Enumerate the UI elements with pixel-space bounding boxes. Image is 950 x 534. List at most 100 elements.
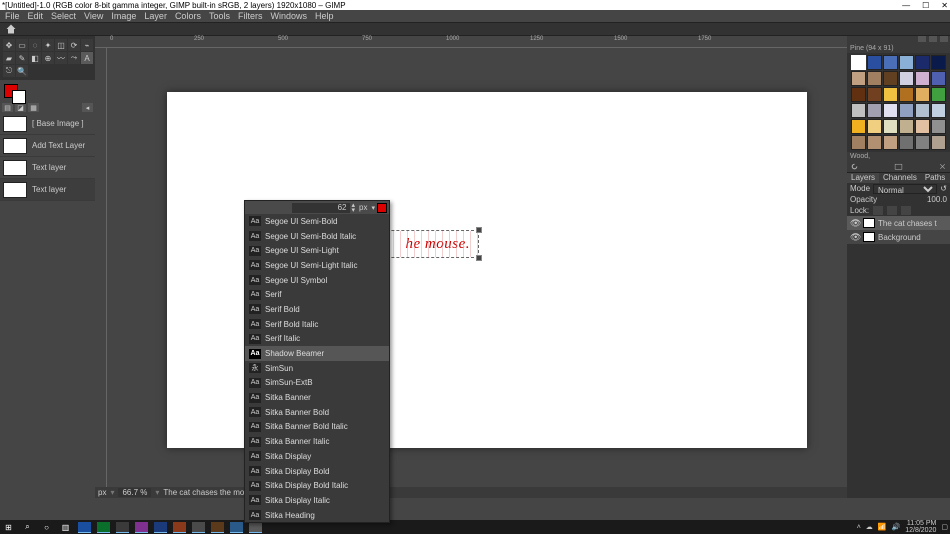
taskbar-app[interactable] xyxy=(230,522,243,533)
tool-color-picker[interactable]: ⎋ xyxy=(3,65,15,77)
tool-eraser[interactable]: ◧ xyxy=(29,52,41,64)
cortana-icon[interactable]: ○ xyxy=(40,522,53,533)
menu-filters[interactable]: Filters xyxy=(238,11,263,21)
minimize-button[interactable]: — xyxy=(902,1,910,10)
pattern-swatch[interactable] xyxy=(899,119,914,134)
pattern-swatch[interactable] xyxy=(851,135,866,150)
maximize-button[interactable]: ☐ xyxy=(922,1,929,10)
taskbar-app[interactable] xyxy=(154,522,167,533)
pattern-swatch[interactable] xyxy=(883,103,898,118)
tool-free-select[interactable]: ◌ xyxy=(29,39,41,51)
pattern-swatch[interactable] xyxy=(867,103,882,118)
pattern-swatch[interactable] xyxy=(867,119,882,134)
font-option[interactable]: AaSitka Banner Bold xyxy=(245,405,389,420)
tool-fuzzy-select[interactable]: ✦ xyxy=(42,39,54,51)
menu-tools[interactable]: Tools xyxy=(209,11,230,21)
status-zoom[interactable]: 66.7 % xyxy=(118,488,151,497)
font-option[interactable]: AaSimSun-ExtB xyxy=(245,376,389,391)
home-icon[interactable] xyxy=(5,23,17,35)
font-option[interactable]: AaSitka Heading xyxy=(245,508,389,523)
layer-row[interactable]: Text layer xyxy=(0,179,95,201)
tab-paths[interactable]: Paths xyxy=(921,173,949,183)
pattern-swatch[interactable] xyxy=(915,119,930,134)
tool-smudge[interactable]: 〰 xyxy=(55,52,67,64)
font-option[interactable]: AaSegoe UI Semi-Light xyxy=(245,243,389,258)
font-option[interactable]: AaSitka Display Bold Italic xyxy=(245,478,389,493)
text-handle[interactable] xyxy=(476,227,482,233)
taskbar-app[interactable] xyxy=(135,522,148,533)
menu-image[interactable]: Image xyxy=(111,11,136,21)
pattern-swatch[interactable] xyxy=(883,119,898,134)
layer-row[interactable]: [ Base Image ] xyxy=(0,113,95,135)
mode-select[interactable]: Normal xyxy=(873,184,937,194)
delete-icon[interactable] xyxy=(938,162,947,171)
background-color[interactable] xyxy=(12,90,26,104)
font-option[interactable]: AaSitka Banner xyxy=(245,390,389,405)
opacity-row[interactable]: Opacity 100.0 xyxy=(847,194,950,205)
font-option[interactable]: AaSegoe UI Semi-Bold xyxy=(245,214,389,229)
open-icon[interactable] xyxy=(894,162,903,171)
tool-clone[interactable]: ⊕ xyxy=(42,52,54,64)
taskbar-app[interactable] xyxy=(192,522,205,533)
layer-row[interactable]: Add Text Layer xyxy=(0,135,95,157)
start-button[interactable]: ⊞ xyxy=(2,522,15,533)
font-option[interactable]: AaSerif Bold xyxy=(245,302,389,317)
pattern-swatch[interactable] xyxy=(931,119,946,134)
viewport[interactable]: he mouse. xyxy=(107,48,847,487)
tab-brushes-icon[interactable] xyxy=(918,36,926,42)
pattern-swatch[interactable] xyxy=(883,55,898,70)
tool-zoom[interactable]: 🔍 xyxy=(16,65,28,77)
tab-channels-icon[interactable]: ◪ xyxy=(15,103,26,112)
pattern-swatch[interactable] xyxy=(931,135,946,150)
tray-volume-icon[interactable]: 🔊 xyxy=(892,523,901,531)
menu-windows[interactable]: Windows xyxy=(270,11,307,21)
pattern-swatch[interactable] xyxy=(851,103,866,118)
canvas-text[interactable]: he mouse. xyxy=(406,236,471,253)
search-icon[interactable]: ⌕ xyxy=(21,522,34,533)
font-option[interactable]: AaSitka Display Bold xyxy=(245,464,389,479)
pattern-swatch[interactable] xyxy=(851,71,866,86)
menu-select[interactable]: Select xyxy=(51,11,76,21)
layer-row[interactable]: 👁 Background xyxy=(847,230,950,244)
menu-view[interactable]: View xyxy=(84,11,103,21)
close-button[interactable]: ✕ xyxy=(941,1,948,10)
font-unit[interactable]: px xyxy=(357,203,369,212)
pattern-swatch[interactable] xyxy=(915,71,930,86)
tray-wifi-icon[interactable]: 📶 xyxy=(878,523,887,531)
unit-chevron-icon[interactable]: ▾ xyxy=(371,204,375,212)
tab-paths-icon[interactable]: ▦ xyxy=(28,103,39,112)
menu-file[interactable]: File xyxy=(5,11,20,21)
pattern-swatch[interactable] xyxy=(851,55,866,70)
color-swatch[interactable] xyxy=(0,80,95,102)
layer-row[interactable]: Text layer xyxy=(0,157,95,179)
taskbar-app[interactable] xyxy=(211,522,224,533)
pattern-swatch[interactable] xyxy=(915,135,930,150)
taskview-icon[interactable]: ▥ xyxy=(59,522,72,533)
menu-help[interactable]: Help xyxy=(315,11,334,21)
refresh-icon[interactable] xyxy=(850,162,859,171)
font-list[interactable]: AaSegoe UI Semi-BoldAaSegoe UI Semi-Bold… xyxy=(245,214,389,522)
pattern-swatch[interactable] xyxy=(899,71,914,86)
pattern-swatch[interactable] xyxy=(867,135,882,150)
pattern-swatch[interactable] xyxy=(899,103,914,118)
taskbar-app[interactable] xyxy=(116,522,129,533)
mode-reset-icon[interactable]: ↺ xyxy=(940,184,947,193)
pattern-swatch[interactable] xyxy=(931,103,946,118)
tool-crop[interactable]: ◫ xyxy=(55,39,67,51)
pattern-swatch[interactable] xyxy=(931,71,946,86)
tray-time[interactable]: 11:05 PM xyxy=(905,520,936,527)
layer-row[interactable]: 👁 The cat chases t xyxy=(847,216,950,230)
font-option[interactable]: AaSegoe UI Semi-Bold Italic xyxy=(245,229,389,244)
tool-warp[interactable]: ⌁ xyxy=(81,39,93,51)
pattern-swatch[interactable] xyxy=(883,71,898,86)
pattern-swatch[interactable] xyxy=(931,87,946,102)
pattern-swatch[interactable] xyxy=(883,135,898,150)
tool-move[interactable]: ✥ xyxy=(3,39,15,51)
font-option[interactable]: AaSitka Banner Italic xyxy=(245,434,389,449)
tab-layers[interactable]: Layers xyxy=(847,173,879,183)
pattern-swatch[interactable] xyxy=(851,119,866,134)
text-handle[interactable] xyxy=(476,255,482,261)
font-option[interactable]: AaSerif Italic xyxy=(245,332,389,347)
taskbar-app[interactable] xyxy=(78,522,91,533)
pattern-swatch[interactable] xyxy=(899,55,914,70)
